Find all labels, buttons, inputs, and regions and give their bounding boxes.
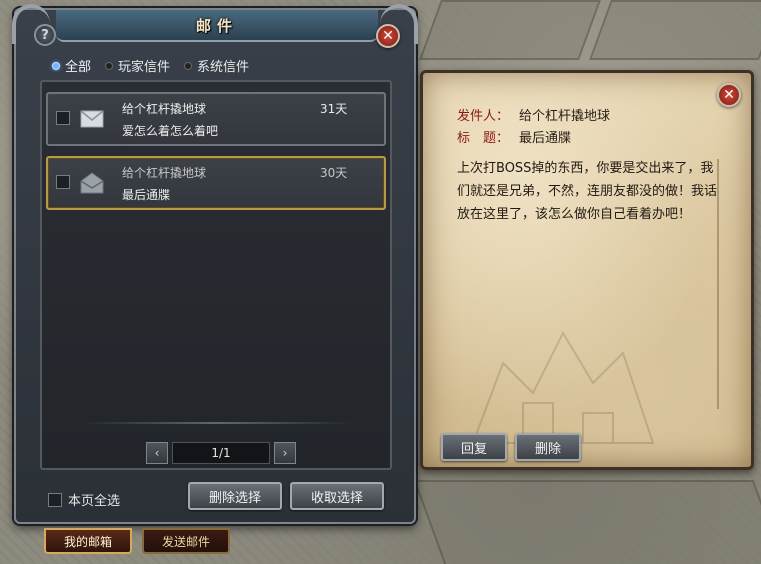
- select-all-label: 本页全选: [68, 494, 121, 509]
- tab-label: 系统信件: [197, 60, 250, 75]
- scrollbar[interactable]: [717, 159, 719, 409]
- mail-sender: 给个杠杆撬地球: [122, 102, 207, 116]
- sender-value: 给个杠杆撬地球: [519, 109, 611, 124]
- subject-value: 最后通牒: [519, 131, 572, 146]
- collect-selected-button[interactable]: 收取选择: [290, 482, 384, 510]
- radio-dot-icon: [52, 61, 60, 70]
- mail-sender: 给个杠杆撬地球: [122, 166, 207, 180]
- tab-label: 玩家信件: [118, 60, 171, 75]
- mail-detail-panel: ✕ 发件人： 给个杠杆撬地球 标 题： 最后通牒 上次打BOSS掉的东西，你要是…: [420, 70, 754, 470]
- question-mark-icon: ?: [41, 27, 49, 43]
- tab-send-mail[interactable]: 发送邮件: [142, 528, 230, 554]
- page-indicator: 1/1: [172, 442, 270, 464]
- mail-checkbox[interactable]: [56, 175, 70, 189]
- tab-my-mailbox[interactable]: 我的邮箱: [44, 528, 132, 554]
- close-icon: ✕: [382, 28, 394, 44]
- select-all-checkbox[interactable]: 本页全选: [48, 490, 120, 509]
- mail-subject: 爱怎么着怎么着吧: [122, 124, 219, 138]
- mail-filter-tabs: 全部 玩家信件 系统信件: [52, 56, 249, 75]
- pagination: ‹ 1/1 ›: [146, 442, 296, 464]
- tab-system-mail[interactable]: 系统信件: [184, 56, 249, 75]
- reply-button[interactable]: 回复: [441, 433, 507, 461]
- radio-dot-icon: [184, 61, 193, 70]
- detail-sender-row: 发件人： 给个杠杆撬地球: [457, 105, 610, 124]
- tab-label: 全部: [65, 60, 92, 75]
- mail-subject: 最后通牒: [122, 188, 171, 202]
- mail-checkbox[interactable]: [56, 111, 70, 125]
- delete-button[interactable]: 删除: [515, 433, 581, 461]
- close-icon: ✕: [723, 87, 735, 103]
- mail-list-item[interactable]: 给个杠杆撬地球 31天 爱怎么着怎么着吧: [46, 92, 386, 146]
- background-tile: [413, 480, 761, 564]
- detail-subject-row: 标 题： 最后通牒: [457, 127, 571, 146]
- mailbox-window: 邮件 ? ✕ 全部 玩家信件 系统信件 给个杠杆撬地球 31天 爱怎么着怎么着吧…: [12, 4, 418, 524]
- delete-selected-button[interactable]: 删除选择: [188, 482, 282, 510]
- help-button[interactable]: ?: [34, 24, 56, 46]
- checkbox-box[interactable]: [48, 492, 62, 507]
- parchment-sketch-decoration: [471, 330, 655, 444]
- envelope-closed-icon: [78, 105, 106, 133]
- window-title: 邮件: [195, 16, 238, 35]
- mail-list: 给个杠杆撬地球 31天 爱怎么着怎么着吧 给个杠杆撬地球 30天 最后通牒 ‹ …: [40, 80, 392, 470]
- close-detail-button[interactable]: ✕: [717, 83, 741, 107]
- chevron-left-icon: ‹: [154, 446, 160, 460]
- sender-label: 发件人：: [457, 109, 510, 124]
- next-page-button[interactable]: ›: [274, 442, 296, 464]
- envelope-open-icon: [78, 169, 106, 197]
- mail-days-left: 30天: [320, 166, 348, 180]
- prev-page-button[interactable]: ‹: [146, 442, 168, 464]
- title-bar[interactable]: 邮件: [56, 10, 378, 42]
- close-mailbox-button[interactable]: ✕: [376, 24, 400, 48]
- mail-body: 上次打BOSS掉的东西，你要是交出来了，我们就还是兄弟，不然，连朋友都没的做！我…: [457, 161, 718, 222]
- background-tile: [419, 0, 601, 60]
- tab-player-mail[interactable]: 玩家信件: [105, 56, 170, 75]
- mail-days-left: 31天: [320, 102, 348, 116]
- subject-label: 标 题：: [457, 131, 510, 146]
- background-tile: [589, 0, 761, 60]
- tab-all[interactable]: 全部: [52, 56, 91, 75]
- mail-list-item[interactable]: 给个杠杆撬地球 30天 最后通牒: [46, 156, 386, 210]
- list-divider: [82, 422, 352, 424]
- radio-dot-icon: [105, 61, 114, 70]
- chevron-right-icon: ›: [282, 446, 288, 460]
